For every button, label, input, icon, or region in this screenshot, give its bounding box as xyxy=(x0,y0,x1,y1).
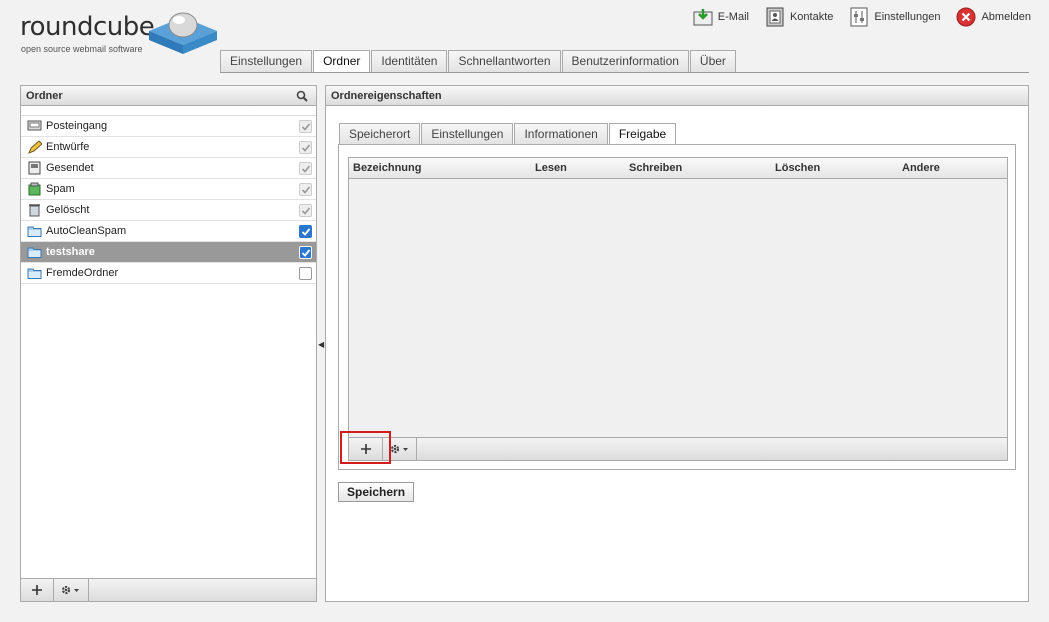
save-button[interactable]: Speichern xyxy=(338,482,415,502)
logo-tagline: open source webmail software xyxy=(21,44,143,54)
check-icon xyxy=(301,123,311,131)
tab-einstellungen[interactable]: Einstellungen xyxy=(220,50,313,72)
freigabe-panel: Bezeichnung Lesen Schreiben Löschen Ande… xyxy=(338,144,1016,470)
subscribe-checkbox xyxy=(299,162,312,175)
settings-icon xyxy=(850,7,868,27)
check-icon xyxy=(301,186,311,194)
properties-header: Ordnereigenschaften xyxy=(326,86,1028,106)
topnav-logout-label: Abmelden xyxy=(981,11,1031,23)
cube-icon xyxy=(149,12,217,54)
addressbook-icon xyxy=(766,7,784,27)
subscribe-checkbox xyxy=(299,183,312,196)
acl-table-header: Bezeichnung Lesen Schreiben Löschen Ande… xyxy=(349,158,1007,179)
topnav-contacts-label: Kontakte xyxy=(789,11,834,23)
folder-panel-title: Ordner xyxy=(26,90,63,102)
folder-panel: Ordner Posteingang Entwürfe Gesendet Spam Ge… xyxy=(20,85,317,602)
topnav-settings-label: Einstellungen xyxy=(874,11,941,23)
folder-name: Gelöscht xyxy=(46,204,90,216)
folder-row[interactable]: Spam xyxy=(21,179,316,200)
folder-properties-panel: Ordnereigenschaften Speicherort Einstell… xyxy=(325,85,1029,602)
subscribe-checkbox[interactable] xyxy=(299,225,312,238)
col-bezeichnung[interactable]: Bezeichnung xyxy=(353,162,421,174)
roundcube-logo[interactable]: roundcube open source webmail software xyxy=(20,8,217,56)
topnav-settings[interactable]: Einstellungen xyxy=(849,6,940,28)
folder-name: Spam xyxy=(46,183,75,195)
logo-wordmark: roundcube xyxy=(20,12,155,42)
gear-icon xyxy=(390,444,408,454)
folder-name: testshare xyxy=(46,246,95,258)
tab-ueber[interactable]: Über xyxy=(689,50,736,72)
topnav-contacts[interactable]: Kontakte xyxy=(765,6,833,28)
mail-icon xyxy=(693,9,713,26)
acl-table-footer xyxy=(349,437,1007,460)
folder-name: Entwürfe xyxy=(46,141,90,153)
subscribe-checkbox[interactable] xyxy=(299,267,312,280)
folder-name: Posteingang xyxy=(46,120,108,132)
properties-title: Ordnereigenschaften xyxy=(331,90,442,102)
spam-icon xyxy=(28,182,41,196)
acl-actions-menu-button[interactable] xyxy=(383,438,417,460)
topnav-mail-label: E-Mail xyxy=(717,11,749,23)
folder-row[interactable]: Gelöscht xyxy=(21,200,316,221)
col-andere[interactable]: Andere xyxy=(902,162,940,174)
search-icon[interactable] xyxy=(296,90,308,102)
folder-row[interactable]: Gesendet xyxy=(21,158,316,179)
tab-ordner[interactable]: Ordner xyxy=(313,50,371,73)
col-schreiben[interactable]: Schreiben xyxy=(629,162,682,174)
tab-benutzerinformation[interactable]: Benutzerinformation xyxy=(561,50,689,72)
tab-identitaeten[interactable]: Identitäten xyxy=(371,50,448,72)
folder-icon xyxy=(27,268,42,279)
subscribe-checkbox xyxy=(299,141,312,154)
subscribe-checkbox[interactable] xyxy=(299,246,312,259)
plus-icon xyxy=(32,585,42,595)
check-icon xyxy=(301,165,311,173)
sent-icon xyxy=(28,161,41,175)
settings-tabs: Einstellungen Ordner Identitäten Schnell… xyxy=(220,50,737,73)
check-icon xyxy=(301,249,311,257)
tab-divider xyxy=(220,72,1029,73)
folder-icon xyxy=(27,247,42,258)
folder-icon xyxy=(27,226,42,237)
folder-name: FremdeOrdner xyxy=(46,267,119,279)
inbox-icon xyxy=(27,120,42,131)
subscribe-checkbox xyxy=(299,120,312,133)
plus-icon xyxy=(360,444,371,454)
tab-schnellantworten[interactable]: Schnellantworten xyxy=(448,50,561,72)
folder-panel-footer xyxy=(21,578,316,601)
topnav-mail[interactable]: E-Mail xyxy=(693,6,749,28)
folder-row[interactable]: Posteingang xyxy=(21,116,316,137)
folder-name: AutoCleanSpam xyxy=(46,225,127,237)
folder-panel-header: Ordner xyxy=(21,86,316,106)
gear-icon xyxy=(61,585,79,595)
pencil-icon xyxy=(28,140,42,154)
folder-row[interactable]: FremdeOrdner xyxy=(21,263,316,284)
check-icon xyxy=(301,144,311,152)
add-folder-button[interactable] xyxy=(21,579,54,601)
folder-name: Gesendet xyxy=(46,162,94,174)
tab-freigabe[interactable]: Freigabe xyxy=(608,123,677,145)
acl-table: Bezeichnung Lesen Schreiben Löschen Ande… xyxy=(348,157,1008,461)
add-acl-button[interactable] xyxy=(349,438,383,460)
topnav-logout[interactable]: Abmelden xyxy=(956,6,1031,28)
folder-actions-menu-button[interactable] xyxy=(54,579,89,601)
folder-row[interactable]: testshare xyxy=(21,242,316,263)
col-lesen[interactable]: Lesen xyxy=(535,162,567,174)
properties-tabs: Speicherort Einstellungen Informationen … xyxy=(339,123,677,145)
folder-list: Posteingang Entwürfe Gesendet Spam Gelöscht A… xyxy=(21,115,316,284)
check-icon xyxy=(301,228,311,236)
panel-splitter[interactable]: ◀ xyxy=(318,340,324,349)
tab-informationen[interactable]: Informationen xyxy=(514,123,608,144)
check-icon xyxy=(301,207,311,215)
col-loeschen[interactable]: Löschen xyxy=(775,162,820,174)
folder-row[interactable]: Entwürfe xyxy=(21,137,316,158)
tab-folder-einstellungen[interactable]: Einstellungen xyxy=(421,123,514,144)
subscribe-checkbox xyxy=(299,204,312,217)
folder-row[interactable]: AutoCleanSpam xyxy=(21,221,316,242)
tab-speicherort[interactable]: Speicherort xyxy=(339,123,421,144)
trash-icon xyxy=(29,204,40,217)
logout-icon xyxy=(956,7,976,27)
